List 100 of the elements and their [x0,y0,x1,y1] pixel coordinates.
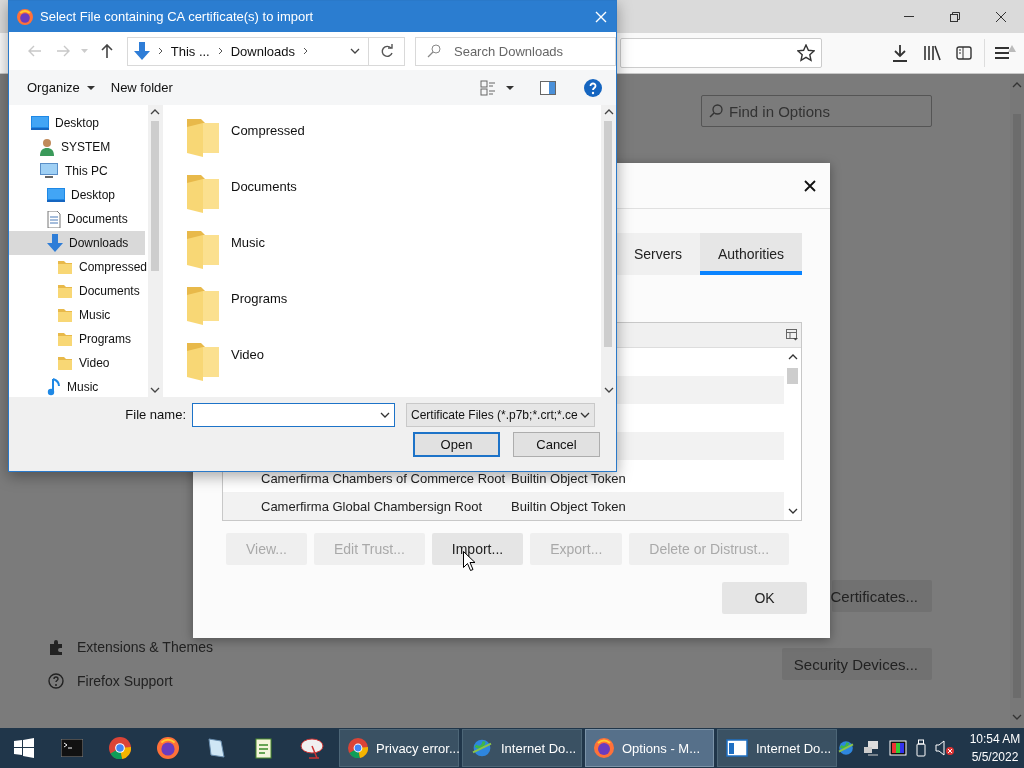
preview-pane-icon[interactable] [540,80,556,95]
sidebar-icon[interactable] [956,46,972,60]
speaker-muted-icon[interactable] [935,740,955,756]
scroll-up-icon [1012,82,1022,88]
tab[interactable]: Authorities [700,233,802,275]
caret-icon[interactable] [506,85,514,90]
scrollbar-thumb[interactable] [151,121,159,271]
tree-item[interactable]: Documents [9,207,145,231]
window-icon [726,737,748,759]
open-button[interactable]: Open [413,432,500,457]
usb-drive-icon[interactable] [915,739,927,757]
toolbar-button[interactable]: New folder [102,74,181,101]
music-note-icon [47,378,61,396]
sidebar-item[interactable]: Extensions & Themes [0,630,260,664]
tree-item[interactable]: This PC [9,159,145,183]
chevron-down-icon [380,411,390,418]
start-icon[interactable] [14,738,34,758]
scroll-down-icon [787,508,798,514]
minimize-icon [904,16,914,17]
breadcrumb-item[interactable]: This ... [170,43,210,59]
chrome-icon[interactable] [109,737,131,759]
menu-icon[interactable] [994,44,1016,62]
firefox-icon [594,738,614,758]
tree-item[interactable]: Programs [9,327,145,351]
terminal-icon[interactable] [61,739,83,757]
chevron-down-icon [350,48,361,54]
table-cell: Builtin Object Token [511,498,626,514]
tree-item[interactable]: SYSTEM [9,135,145,159]
breadcrumb-item[interactable]: Downloads [230,43,296,59]
tree-item[interactable]: Music [9,375,145,397]
cancel-button[interactable]: Cancel [513,432,600,457]
download-icon[interactable] [892,44,908,62]
desktop-icon [31,116,49,130]
restore-icon [950,11,960,22]
color-palette-icon[interactable] [889,740,907,756]
caret-icon [86,85,95,90]
firefox-icon [17,8,33,25]
close-icon [996,11,1006,22]
taskbar-button[interactable]: Internet Do... [717,729,837,767]
taskbar-button[interactable]: Options - M... [585,729,714,767]
clock[interactable]: 10:54 AM 5/5/2022 [963,730,1024,766]
download-arrow-icon [133,42,150,60]
folder-icon [57,331,73,347]
scrollbar[interactable] [601,105,616,397]
firefox-icon[interactable] [157,737,179,759]
view-options-icon[interactable] [480,79,496,96]
scroll-down-icon [603,387,614,393]
folder-item[interactable]: Music [185,221,601,277]
tree-item[interactable]: Compressed [9,255,145,279]
dialog-button[interactable]: Import... [431,533,524,565]
desktop-icon [47,188,65,202]
file-name-field[interactable] [192,402,395,427]
ok-button[interactable]: OK [722,582,807,614]
scroll-down-icon [1012,714,1022,720]
chevron-right-icon [303,47,309,55]
download-arrow-icon [47,234,63,252]
library-icon[interactable] [923,45,941,61]
taskbar-button[interactable]: Internet Do... [462,729,582,767]
table-cell-text: Camerfirma Global Chambersign Root [261,498,484,514]
tree-item[interactable]: Music [9,303,145,327]
tree-item[interactable]: Documents [9,279,145,303]
tree-item[interactable]: Desktop [9,183,145,207]
tree-item[interactable]: Video [9,351,145,375]
tree-item[interactable]: Desktop [9,111,145,135]
address-bar[interactable]: This ... Downloads [126,36,370,66]
scroll-up-icon [150,109,160,115]
globe-icon [471,737,493,759]
globe-icon [837,739,855,757]
caret-icon [81,49,89,53]
tree-item[interactable]: Downloads [9,231,145,255]
toolbar-button[interactable]: Organize [19,74,103,101]
scrollbar-thumb[interactable] [604,121,612,347]
folder-icon [57,283,73,299]
refresh-button[interactable] [369,36,405,66]
forward-arrow-icon [55,45,70,57]
help-icon[interactable] [584,78,602,97]
scrollbar[interactable] [148,105,162,397]
file-type-dropdown[interactable]: Certificate Files (*.p7b;*.crt;*.ce [406,402,595,427]
folder-icon [57,307,73,323]
folder-item[interactable]: Documents [185,165,601,221]
puzzle-piece-icon [48,639,64,655]
network-icon[interactable] [863,740,881,756]
chevron-down-icon [580,411,590,418]
folder-item[interactable]: Compressed [185,109,601,165]
folder-icon [57,355,73,371]
folder-item[interactable]: Video [185,333,601,389]
column-picker-icon[interactable] [786,329,798,341]
taskbar-button[interactable]: Privacy error... [339,729,459,767]
chevron-right-icon [157,47,163,55]
search-field[interactable]: Find in Options [701,95,932,127]
tab[interactable]: Servers [616,233,700,275]
star-icon[interactable] [797,44,815,62]
close-icon [804,179,816,192]
scrollbar-thumb[interactable] [787,368,798,384]
sidebar-item[interactable]: Firefox Support [0,664,260,698]
text-editor-icon[interactable] [253,737,275,759]
up-arrow-icon [100,44,113,58]
folder-item[interactable]: Programs [185,277,601,333]
search-icon [709,104,723,118]
refresh-icon [379,44,394,58]
